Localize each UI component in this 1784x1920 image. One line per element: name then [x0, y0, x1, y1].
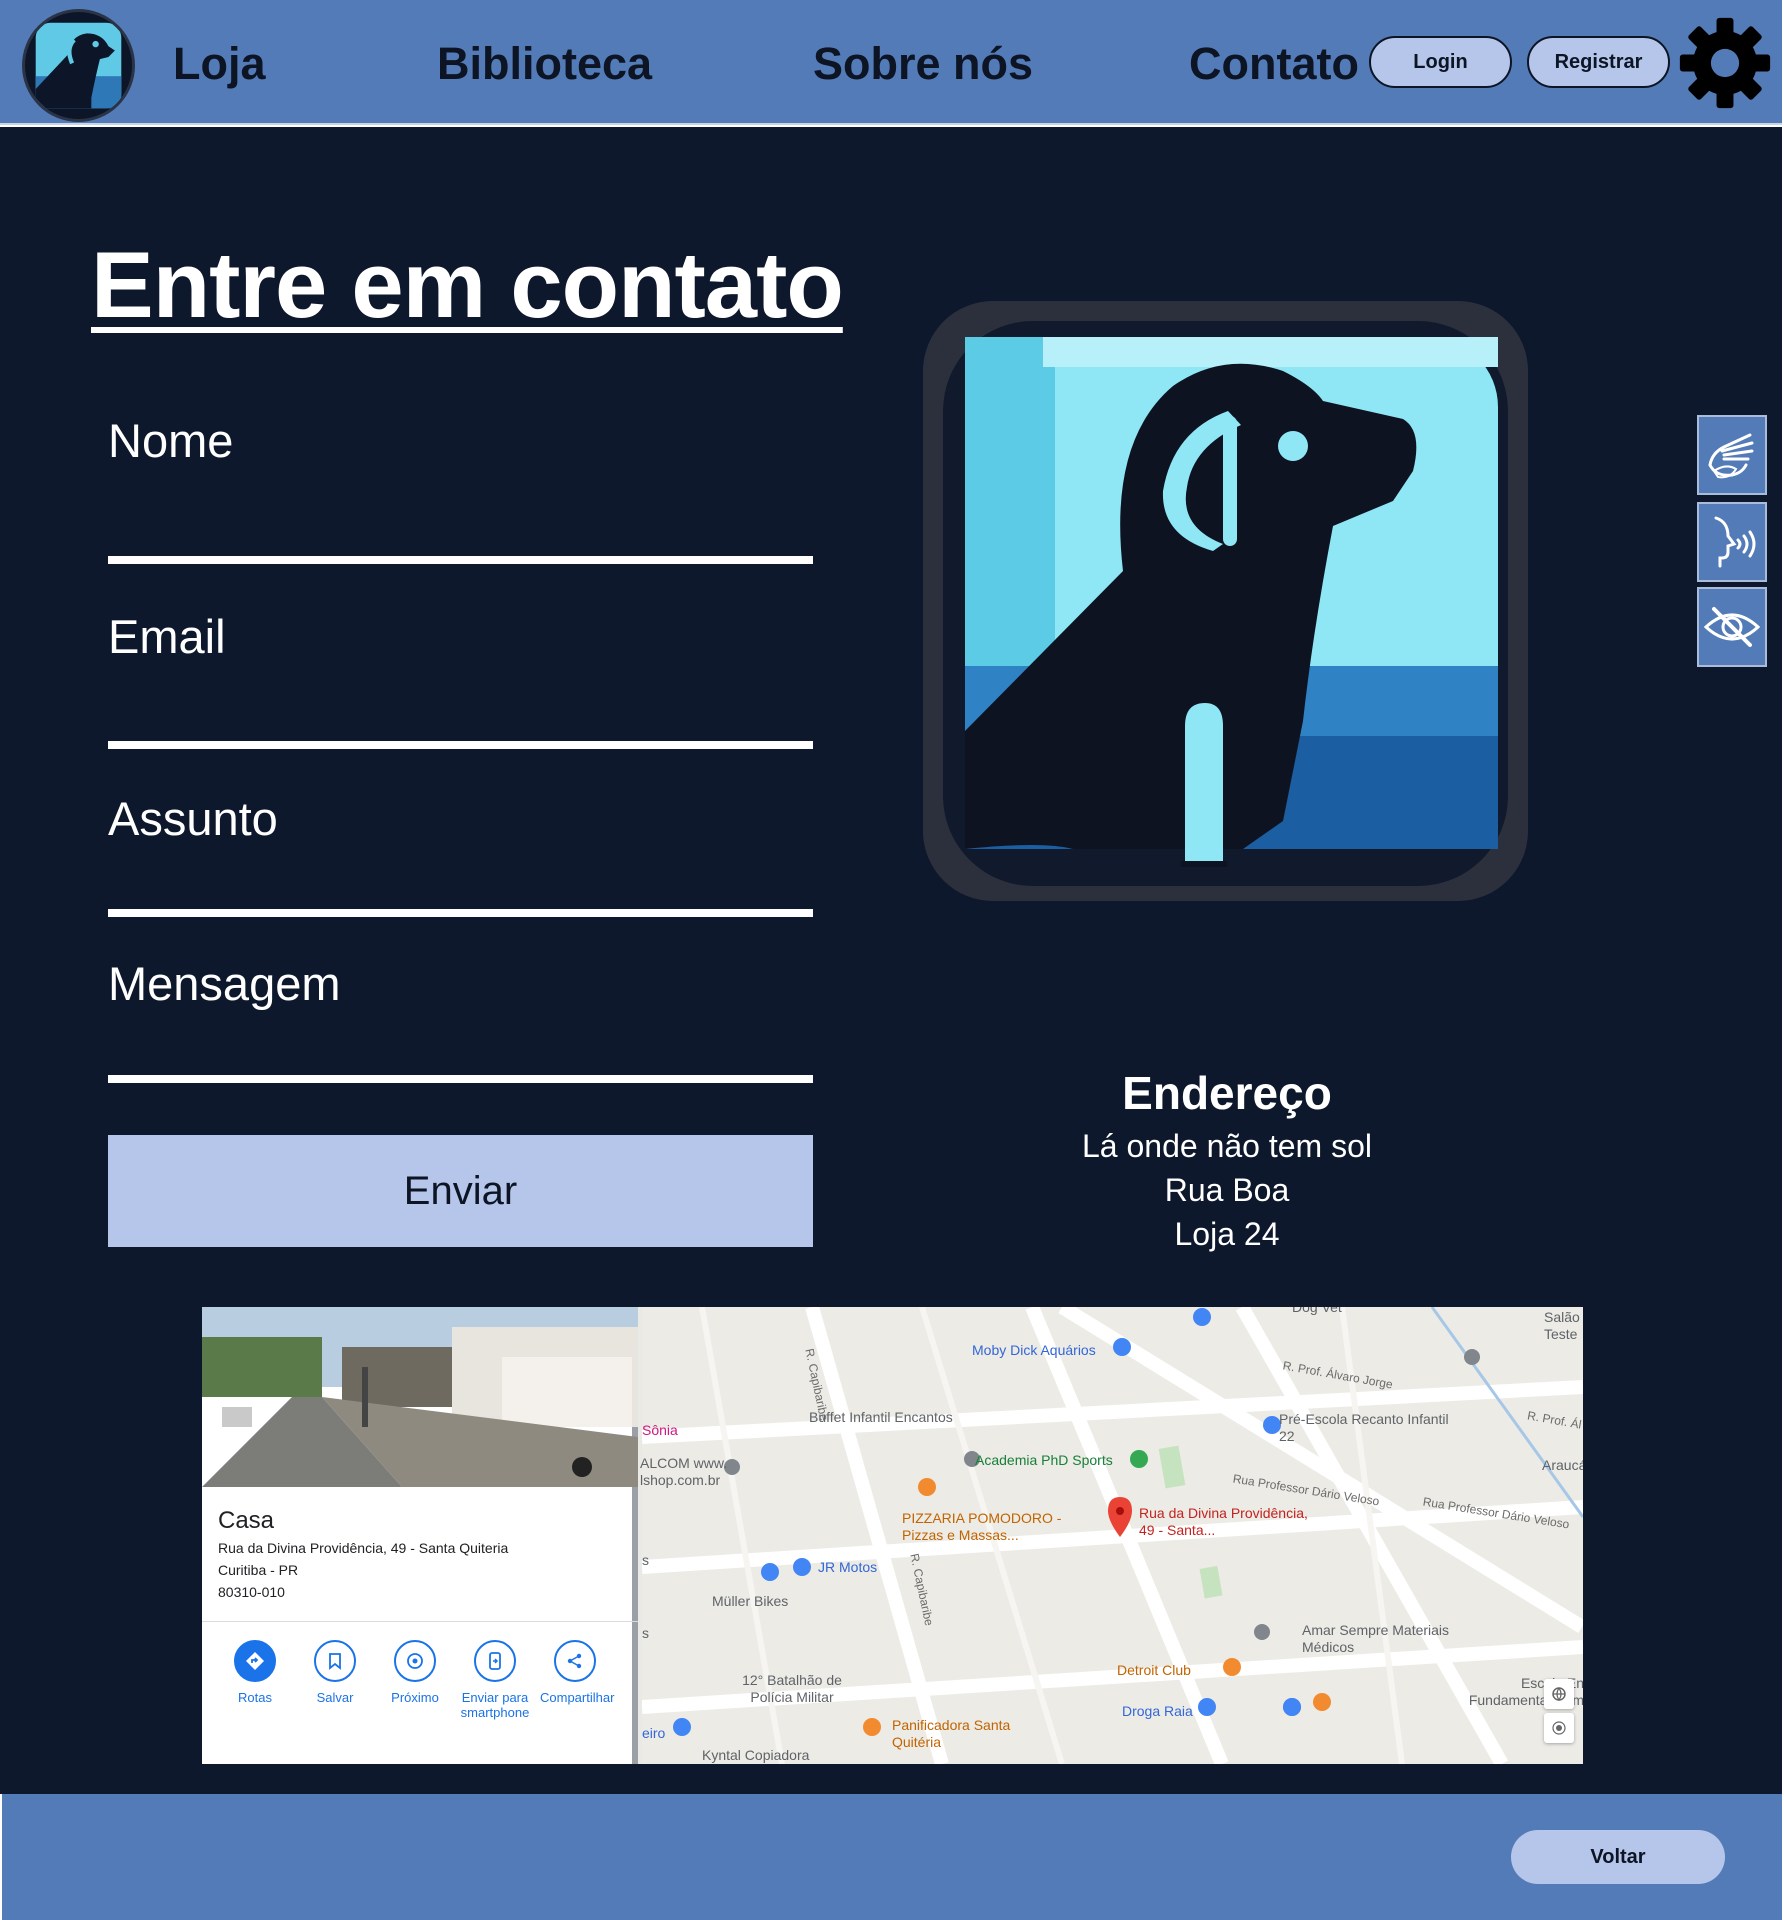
map-label[interactable]: PIZZARIA POMODORO - Pizzas e Massas... — [902, 1510, 1072, 1544]
login-button[interactable]: Login — [1369, 36, 1512, 88]
place-city: Curitiba - PR — [218, 1562, 299, 1578]
map-canvas[interactable]: Moby Dick Aquários Dog Vet Salão Teste R… — [640, 1307, 1583, 1764]
address-block: Endereço Lá onde não tem sol Rua Boa Loj… — [1022, 1062, 1432, 1256]
map-label[interactable]: Müller Bikes — [712, 1593, 788, 1610]
register-button[interactable]: Registrar — [1527, 36, 1670, 88]
send-to-phone-label: Enviar para smartphone — [460, 1690, 530, 1720]
map-place-card: Casa Rua da Divina Providência, 49 - San… — [202, 1307, 638, 1764]
nav-loja[interactable]: Loja — [173, 38, 266, 90]
map-label[interactable]: Salão Teste — [1544, 1309, 1583, 1343]
send-to-phone-button[interactable]: Enviar para smartphone — [460, 1640, 530, 1720]
address-line: Lá onde não tem sol — [1082, 1128, 1372, 1164]
map-label: s — [642, 1625, 649, 1641]
map-label[interactable]: eiro — [642, 1725, 665, 1742]
message-label: Mensagem — [108, 957, 341, 1010]
map-label[interactable]: ALCOM www. lshop.com.br — [640, 1455, 740, 1489]
sign-language-icon[interactable] — [1697, 415, 1767, 495]
place-address: Rua da Divina Providência, 49 - Santa Qu… — [218, 1540, 509, 1556]
map-label[interactable]: Sônia — [642, 1422, 678, 1439]
map-label[interactable]: Droga Raia — [1122, 1703, 1193, 1720]
name-field[interactable] — [108, 556, 813, 564]
directions-icon — [234, 1640, 276, 1682]
subject-label: Assunto — [108, 792, 278, 845]
directions-button[interactable]: Rotas — [220, 1640, 290, 1705]
share-label: Compartilhar — [540, 1690, 615, 1705]
dog-logo-image — [923, 301, 1528, 901]
globe-icon[interactable] — [1544, 1679, 1574, 1709]
map-label[interactable]: Buffet Infantil Encantos — [809, 1409, 953, 1426]
address-line: Rua Boa — [1164, 1172, 1290, 1208]
share-button[interactable]: Compartilhar — [540, 1640, 615, 1705]
message-field[interactable] — [108, 1075, 813, 1083]
address-title: Endereço — [1122, 1067, 1332, 1119]
map-embed[interactable]: Casa Rua da Divina Providência, 49 - San… — [202, 1307, 1583, 1764]
nearby-icon — [394, 1640, 436, 1682]
back-button[interactable]: Voltar — [1511, 1830, 1725, 1884]
nav-sobre-nos[interactable]: Sobre nós — [813, 38, 1033, 90]
page-title: Entre em contato — [91, 232, 844, 337]
name-label: Nome — [108, 414, 234, 467]
save-label: Salvar — [316, 1690, 354, 1705]
share-icon — [554, 1640, 596, 1682]
map-label[interactable]: Pré-Escola Recanto Infantil 22 — [1279, 1411, 1454, 1445]
map-label[interactable]: Araucá — [1542, 1457, 1583, 1474]
map-label[interactable]: Amar Sempre Materiais Médicos — [1302, 1622, 1452, 1656]
nearby-button[interactable]: Próximo — [380, 1640, 450, 1705]
save-button[interactable]: Salvar — [300, 1640, 370, 1705]
map-label[interactable]: JR Motos — [818, 1559, 877, 1576]
hide-eye-icon[interactable] — [1697, 587, 1767, 667]
dog-logo-icon[interactable] — [22, 9, 135, 122]
place-postcode: 80310-010 — [218, 1584, 285, 1600]
bookmark-icon — [314, 1640, 356, 1682]
map-label[interactable]: Rua da Divina Providência, 49 - Santa... — [1139, 1505, 1324, 1539]
email-field[interactable] — [108, 741, 813, 749]
map-label[interactable]: Dog Vet — [1292, 1307, 1342, 1316]
speech-icon[interactable] — [1697, 502, 1767, 582]
map-label[interactable]: Detroit Club — [1117, 1662, 1191, 1679]
divider — [202, 1621, 638, 1622]
map-label[interactable]: Moby Dick Aquários — [972, 1342, 1096, 1359]
subject-field[interactable] — [108, 909, 813, 917]
nav-biblioteca[interactable]: Biblioteca — [437, 38, 652, 90]
map-label[interactable]: Kyntal Copiadora — [702, 1747, 809, 1764]
email-label: Email — [108, 610, 226, 663]
nav-contato[interactable]: Contato — [1189, 38, 1359, 90]
place-title: Casa — [218, 1507, 275, 1534]
map-label[interactable]: Panificadora Santa Quitéria — [892, 1717, 1012, 1751]
address-line: Loja 24 — [1174, 1216, 1280, 1252]
nearby-label: Próximo — [391, 1690, 439, 1705]
map-label: s — [642, 1552, 649, 1568]
send-button[interactable]: Enviar — [108, 1135, 813, 1247]
street-view-photo[interactable] — [202, 1307, 638, 1487]
my-location-icon[interactable] — [1544, 1713, 1574, 1743]
top-navbar: Loja Biblioteca Sobre nós Contato Login … — [0, 0, 1782, 125]
map-label[interactable]: Academia PhD Sports — [975, 1452, 1113, 1469]
directions-label: Rotas — [238, 1690, 272, 1705]
gear-icon[interactable] — [1678, 16, 1772, 110]
phone-icon — [474, 1640, 516, 1682]
map-label[interactable]: 12° Batalhão de Polícia Militar — [727, 1672, 857, 1706]
